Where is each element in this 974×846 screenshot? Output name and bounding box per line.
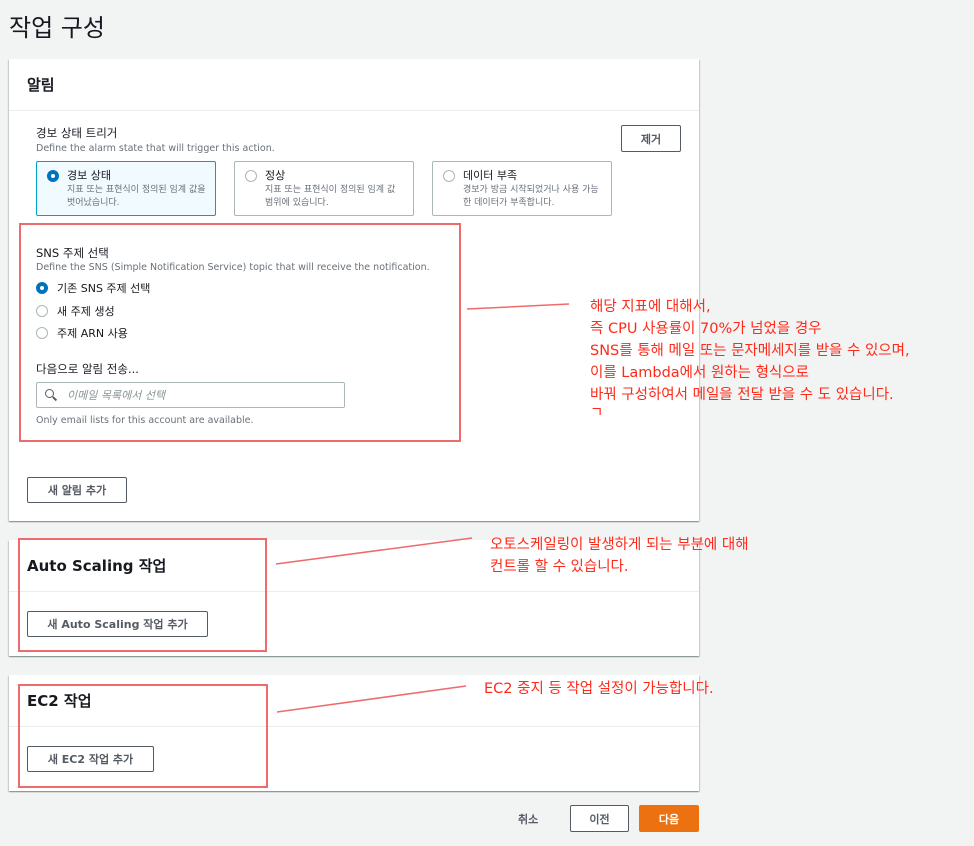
annotation-sns-line: SNS를 통해 메일 또는 문자메세지를 받을 수 있으며, [590, 343, 910, 359]
annotation-autoscaling-line: 컨트롤 할 수 있습니다. [490, 559, 629, 575]
annotation-line-autoscaling [275, 537, 473, 565]
annotation-sns-line: 이를 Lambda에서 원하는 형식으로 [590, 365, 809, 381]
annotation-lines [275, 303, 570, 713]
annotation-sns-note: 해당 지표에 대해서, 즉 CPU 사용률이 70%가 넘었을 경우 SNS를 … [590, 296, 910, 420]
annotation-ec2-line: EC2 중지 등 작업 설정이 가능합니다. [484, 681, 714, 697]
annotation-sns-line: 해당 지표에 대해서, [590, 299, 711, 315]
annotation-line-sns [466, 303, 570, 310]
annotation-line-ec2 [276, 685, 467, 713]
annotation-sns-line: 바꿔 구성하여서 메일을 전달 받을 수 도 있습니다. [590, 387, 894, 403]
annotation-sns-line: 즉 CPU 사용률이 70%가 넘었을 경우 [590, 321, 822, 337]
annotation-autoscaling-line: 오토스케일링이 발생하게 되는 부분에 대해 [490, 537, 749, 553]
annotation-ec2-note: EC2 중지 등 작업 설정이 가능합니다. [484, 678, 714, 700]
annotation-autoscaling-note: 오토스케일링이 발생하게 되는 부분에 대해 컨트롤 할 수 있습니다. [490, 534, 749, 578]
annotation-sns-line: ㄱ [590, 405, 604, 421]
